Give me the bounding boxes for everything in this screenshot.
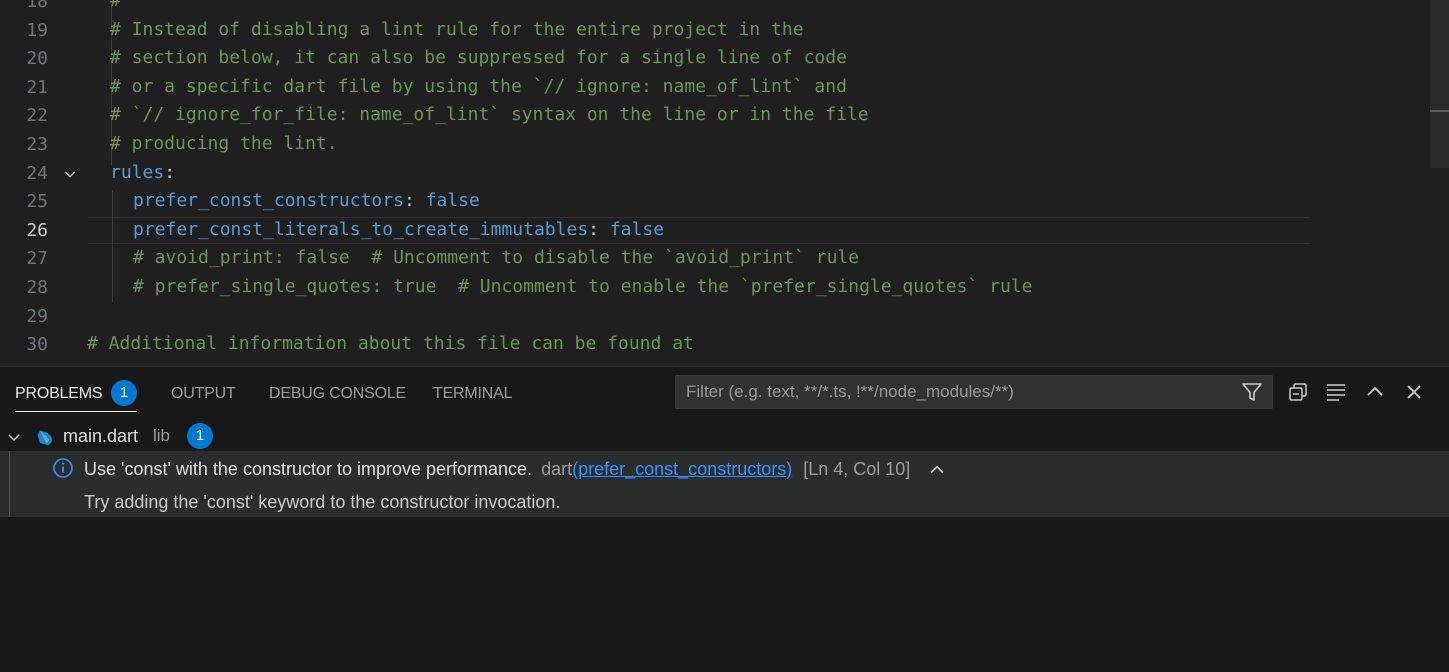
- fold-chevron-icon[interactable]: [60, 166, 80, 182]
- code-token: # prefer_single_quotes: true # Uncomment…: [133, 276, 1033, 297]
- tab-problems[interactable]: PROBLEMS: [15, 384, 103, 404]
- tab-debug-console[interactable]: DEBUG CONSOLE: [269, 384, 406, 404]
- code-line[interactable]: 29: [0, 303, 1430, 331]
- code-text: prefer_const_literals_to_create_immutabl…: [133, 218, 665, 240]
- code-token: #: [110, 0, 121, 11]
- code-line[interactable]: 30 # Additional information about this fi…: [0, 331, 1430, 359]
- code-line[interactable]: 28 # prefer_single_quotes: true # Uncomme…: [0, 274, 1430, 302]
- scrollbar-cursor-marker: [1430, 110, 1449, 112]
- code-token: # section below, it can also be suppress…: [110, 47, 847, 69]
- code-editor[interactable]: 18 #19 # Instead of disabling a lint rule …: [0, 0, 1449, 366]
- code-text: # avoid_print: false # Uncomment to disa…: [133, 248, 859, 268]
- code-token: :: [403, 190, 426, 212]
- collapse-all-icon[interactable]: [1286, 380, 1310, 404]
- chevron-up-icon[interactable]: [927, 460, 947, 480]
- code-line[interactable]: 21 # or a specific dart file by using the…: [0, 74, 1430, 102]
- code-text: # producing the lint.: [110, 134, 338, 154]
- code-line[interactable]: 24 rules:: [0, 160, 1430, 188]
- code-token: :: [588, 218, 610, 240]
- chevron-down-icon[interactable]: [5, 428, 23, 446]
- file-problem-count-badge: 1: [187, 423, 213, 449]
- file-name: main.dart: [63, 426, 139, 446]
- close-panel-icon[interactable]: [1402, 380, 1426, 404]
- code-token: # Additional information about this file…: [87, 333, 694, 355]
- code-line[interactable]: 22 # `// ignore_for_file: name_of_lint` s…: [0, 102, 1430, 130]
- editor-scrollbar[interactable]: [1430, 0, 1449, 168]
- code-paren-close: ): [786, 459, 793, 479]
- code-token: # producing the lint.: [110, 133, 338, 154]
- code-token: # or a specific dart file by using the `…: [110, 75, 847, 97]
- code-token: prefer_const_literals_to_create_immutabl…: [133, 218, 589, 240]
- line-number: 24: [26, 162, 48, 184]
- problems-count-badge: 1: [111, 380, 137, 406]
- filter-input[interactable]: [676, 376, 1226, 408]
- problem-item[interactable]: Use 'const' with the constructor to impr…: [0, 451, 1449, 517]
- code-token: # Instead of disabling a lint rule for t…: [110, 18, 804, 40]
- problem-position: [Ln 4, Col 10]: [803, 459, 911, 479]
- code-token: false: [609, 218, 665, 240]
- code-text: prefer_const_constructors: false: [133, 191, 480, 211]
- line-number: 18: [26, 0, 48, 12]
- line-number: 20: [26, 48, 48, 70]
- line-number: 27: [26, 248, 48, 270]
- code-line[interactable]: 19 # Instead of disabling a lint rule for…: [0, 17, 1430, 45]
- code-line[interactable]: 26 prefer_const_literals_to_create_immuta…: [0, 217, 1430, 245]
- problem-code-link[interactable]: (prefer_const_constructors): [572, 459, 792, 479]
- line-number: 30: [26, 334, 48, 356]
- maximize-panel-icon[interactable]: [1363, 380, 1387, 404]
- code-text: # Additional information about this file…: [87, 334, 694, 354]
- info-icon: [53, 458, 73, 478]
- bottom-panel: PROBLEMS 1 OUTPUT DEBUG CONSOLE TERMINAL…: [0, 366, 1449, 672]
- code-line[interactable]: 25 prefer_const_constructors: false: [0, 188, 1430, 216]
- code-token: # avoid_print: false # Uncomment to disa…: [133, 247, 860, 269]
- code-line[interactable]: 27 # avoid_print: false # Uncomment to di…: [0, 245, 1430, 273]
- code-token: # `// ignore_for_file: name_of_lint` syn…: [110, 104, 869, 126]
- line-number: 28: [26, 277, 48, 298]
- code-token: prefer_const_constructors: [133, 190, 404, 212]
- code-text: #: [110, 0, 121, 11]
- line-number: 29: [26, 305, 48, 327]
- problem-source: dart: [541, 459, 573, 479]
- dart-file-icon: [37, 430, 52, 446]
- code-text: # section below, it can also be suppress…: [110, 48, 847, 68]
- code-text: rules:: [110, 161, 176, 183]
- line-number: 26: [26, 219, 48, 241]
- code-text: # Instead of disabling a lint rule for t…: [110, 18, 804, 40]
- problems-file-row[interactable]: main.dart lib 1: [0, 421, 1449, 451]
- problem-detail: Try adding the 'const' keyword to the co…: [84, 492, 561, 512]
- code-text: # `// ignore_for_file: name_of_lint` syn…: [110, 105, 869, 125]
- problem-code: prefer_const_constructors: [578, 459, 787, 479]
- code-token: rules: [110, 161, 165, 183]
- tab-terminal[interactable]: TERMINAL: [433, 384, 513, 404]
- line-number: 25: [26, 191, 48, 213]
- problems-filter: [675, 375, 1273, 409]
- code-text: # prefer_single_quotes: true # Uncomment…: [133, 277, 1032, 297]
- file-directory: lib: [153, 426, 171, 445]
- problem-message-line: Use 'const' with the constructor to impr…: [84, 459, 947, 480]
- line-number: 19: [26, 19, 48, 41]
- view-as-list-icon[interactable]: [1324, 380, 1348, 404]
- problem-message: Use 'const' with the constructor to impr…: [84, 459, 533, 479]
- line-number: 23: [26, 134, 48, 155]
- code-line[interactable]: 20 # section below, it can also be suppre…: [0, 45, 1430, 73]
- line-number: 22: [26, 105, 48, 127]
- code-token: false: [425, 190, 480, 212]
- line-number: 21: [26, 76, 48, 98]
- tab-output[interactable]: OUTPUT: [171, 384, 236, 404]
- active-tab-indicator: [15, 411, 137, 412]
- code-token: :: [164, 161, 176, 183]
- code-line[interactable]: 23 # producing the lint.: [0, 131, 1430, 159]
- code-line[interactable]: 18 #: [0, 0, 1430, 16]
- tree-indent-guide: [9, 451, 10, 517]
- code-text: # or a specific dart file by using the `…: [110, 75, 847, 97]
- filter-icon[interactable]: [1240, 380, 1264, 404]
